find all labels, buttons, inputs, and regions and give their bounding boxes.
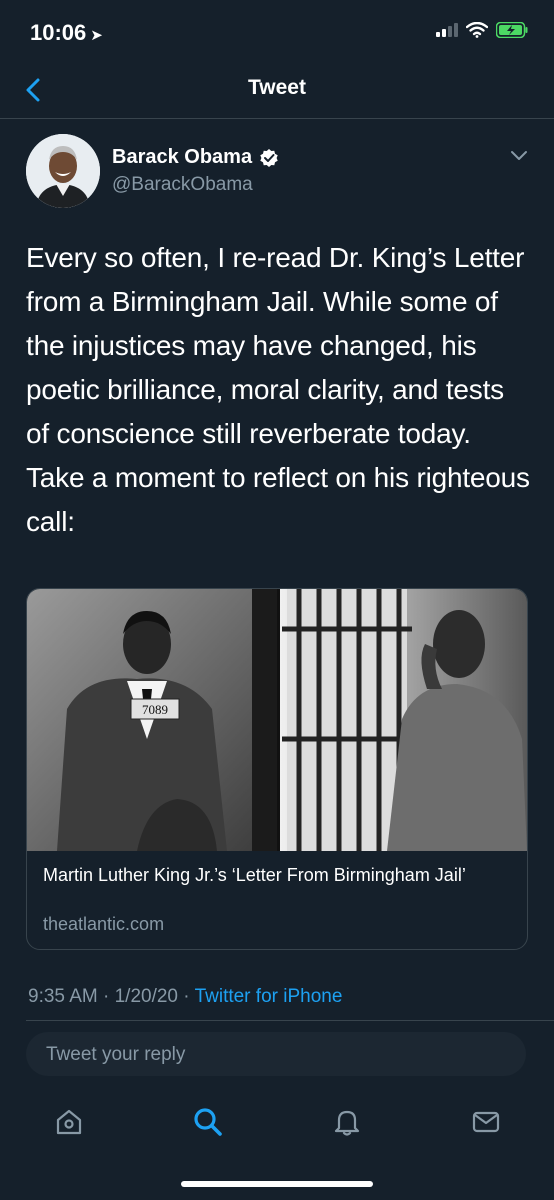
avatar[interactable] (26, 134, 100, 208)
meta-separator: · (183, 986, 190, 1007)
chevron-down-icon[interactable] (509, 148, 529, 162)
reply-input[interactable] (44, 1032, 508, 1078)
meta-separator: · (103, 986, 110, 1007)
tab-search[interactable] (188, 1102, 228, 1142)
tweet-text: Every so often, I re-read Dr. King’s Let… (26, 242, 530, 537)
card-image[interactable]: 7089 (27, 589, 527, 851)
author-name[interactable]: Barack Obama (112, 146, 252, 169)
tab-messages[interactable] (466, 1102, 506, 1142)
card-image-label: 7089 (142, 702, 168, 717)
divider (26, 1020, 554, 1021)
status-time: 10:06 ➤ (30, 20, 103, 46)
notifications-icon (334, 1110, 360, 1136)
card-title: Martin Luther King Jr.’s ‘Letter From Bi… (43, 865, 466, 885)
tweet-time: 9:35 AM (28, 986, 98, 1007)
location-arrow-icon: ➤ (90, 27, 103, 44)
search-icon (194, 1108, 222, 1136)
tweet-date: 1/20/20 (114, 986, 179, 1007)
page-title: Tweet (248, 76, 306, 99)
author-name-row: Barack Obama (112, 146, 279, 169)
home-icon (56, 1109, 82, 1135)
reply-box[interactable] (26, 1032, 526, 1078)
nav-bar: Tweet (0, 64, 554, 119)
status-time-text: 10:06 (30, 20, 87, 45)
home-indicator[interactable] (181, 1181, 373, 1187)
author-handle[interactable]: @BarackObama (112, 174, 253, 196)
tweet-source-link[interactable]: Twitter for iPhone (195, 986, 343, 1007)
tab-home[interactable] (49, 1102, 89, 1142)
tab-notifications[interactable] (327, 1102, 367, 1142)
verified-badge-icon (260, 148, 278, 167)
status-bar: 10:06 ➤ (0, 0, 554, 64)
battery-icon (496, 22, 528, 38)
tweet-meta: 9:35 AM · 1/20/20 · Twitter for iPhone (28, 986, 342, 1008)
card-domain: theatlantic.com (43, 914, 165, 934)
tweet-author: Barack Obama @BarackObama (26, 134, 531, 210)
messages-icon (472, 1111, 500, 1133)
signal-icon (436, 23, 458, 37)
status-icons (436, 22, 528, 38)
wifi-icon (466, 22, 488, 38)
link-card[interactable]: 7089 Martin Luther King Jr.’s ‘Letter Fr… (26, 588, 528, 950)
tab-bar (0, 1092, 554, 1152)
